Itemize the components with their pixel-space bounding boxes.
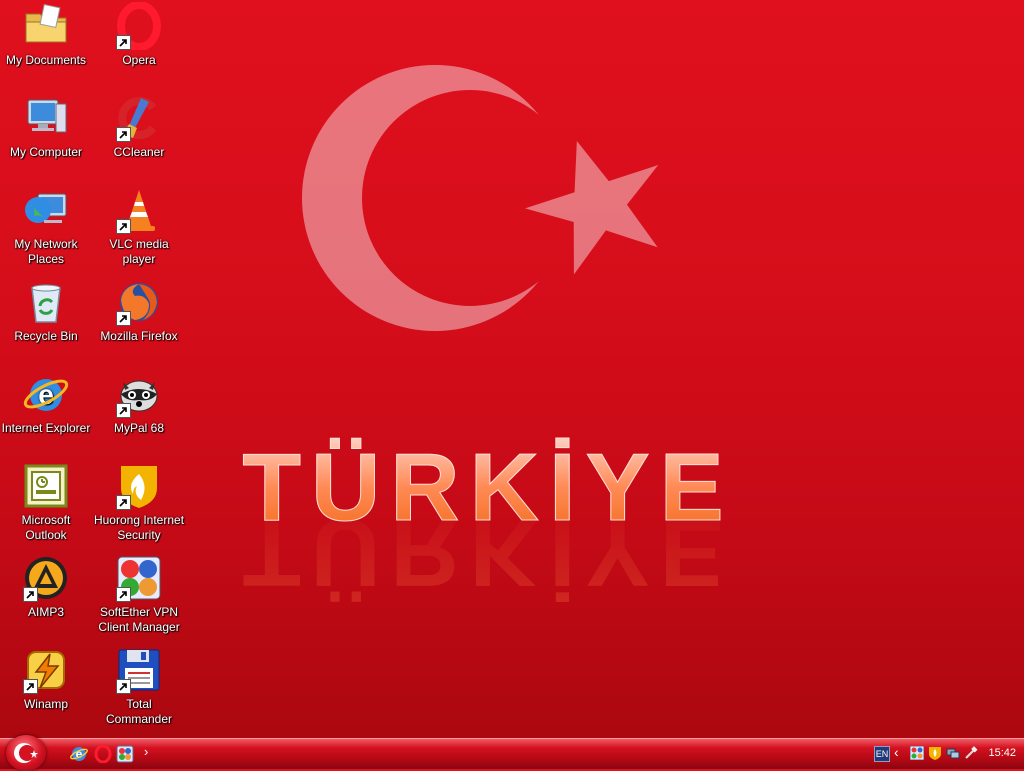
desktop-icon-label: My Computer xyxy=(9,145,83,159)
aimp-icon xyxy=(22,554,70,602)
desktop-icon-label: My Network Places xyxy=(14,237,78,266)
quicklaunch-opera-icon[interactable] xyxy=(94,744,112,764)
start-button[interactable] xyxy=(6,735,46,771)
softether-tray-icon[interactable] xyxy=(909,745,925,761)
quicklaunch-softether-icon[interactable] xyxy=(116,745,134,763)
desktop-icon-label: Recycle Bin xyxy=(14,329,78,343)
desktop-icon-label: Internet Explorer xyxy=(1,421,91,435)
desktop-icon-huorong[interactable]: Huorong Internet Security xyxy=(93,462,185,550)
network-icon xyxy=(22,186,70,234)
shortcut-arrow-icon xyxy=(116,403,131,418)
system-tray: EN ‹ 15:42 xyxy=(864,739,1024,769)
desktop-icon-label: Winamp xyxy=(23,697,68,711)
recycle-bin-icon xyxy=(22,278,70,326)
quicklaunch-ie-icon[interactable]: e xyxy=(70,745,88,763)
desktop-icon-my-documents[interactable]: My Documents xyxy=(0,2,92,90)
desktop-icon-label: VLC media player xyxy=(109,237,169,266)
folder-icon xyxy=(22,2,70,50)
tools-tray-icon[interactable] xyxy=(964,746,978,760)
desktop-icon-winamp[interactable]: Winamp xyxy=(0,646,92,734)
shortcut-arrow-icon xyxy=(116,495,131,510)
quicklaunch-more-chevron[interactable]: › xyxy=(144,744,148,759)
desktop-icon-softether[interactable]: SoftEther VPN Client Manager xyxy=(93,554,185,642)
desktop-icon-label: Total Commander xyxy=(105,697,173,726)
desktop-icon-label: CCleaner xyxy=(113,145,165,159)
desktop-icon-firefox[interactable]: Mozilla Firefox xyxy=(93,278,185,366)
softether-icon xyxy=(115,554,163,602)
computer-icon xyxy=(22,94,70,142)
firefox-icon xyxy=(115,278,163,326)
desktop-icon-recycle-bin[interactable]: Recycle Bin xyxy=(0,278,92,366)
desktop-icon-opera[interactable]: Opera xyxy=(93,2,185,90)
shortcut-arrow-icon xyxy=(23,587,38,602)
shortcut-arrow-icon xyxy=(116,311,131,326)
desktop-icon-microsoft-outlook[interactable]: Microsoft Outlook xyxy=(0,462,92,550)
taskbar: e › EN ‹ 15:42 xyxy=(0,735,1024,771)
shortcut-arrow-icon xyxy=(116,679,131,694)
desktop-icon-mypal[interactable]: MyPal 68 xyxy=(93,370,185,458)
desktop-icon-label: Opera xyxy=(122,53,156,67)
desktop-icon-label: Mozilla Firefox xyxy=(100,329,178,343)
shortcut-arrow-icon xyxy=(116,35,131,50)
tray-expand-chevron[interactable]: ‹ xyxy=(894,744,899,760)
desktop-icon-total-commander[interactable]: Total Commander xyxy=(93,646,185,734)
total-commander-icon xyxy=(115,646,163,694)
desktop-icon-label: SoftEther VPN Client Manager xyxy=(98,605,180,634)
desktop-icon-my-computer[interactable]: My Computer xyxy=(0,94,92,182)
opera-icon xyxy=(115,2,163,50)
desktop-icon-ccleaner[interactable]: CCleaner xyxy=(93,94,185,182)
ie-icon: e xyxy=(22,370,70,418)
desktop-icon-internet-explorer[interactable]: e Internet Explorer xyxy=(0,370,92,458)
desktop-icon-label: Huorong Internet Security xyxy=(93,513,185,542)
desktop-icon-vlc[interactable]: VLC media player xyxy=(93,186,185,274)
clock: 15:42 xyxy=(988,747,1016,759)
winamp-icon xyxy=(22,646,70,694)
desktop-icon-label: AIMP3 xyxy=(27,605,64,619)
language-indicator[interactable]: EN xyxy=(874,746,890,762)
desktop-icon-label: My Documents xyxy=(5,53,87,67)
mypal-icon xyxy=(115,370,163,418)
shortcut-arrow-icon xyxy=(116,219,131,234)
outlook-icon xyxy=(22,462,70,510)
huorong-icon xyxy=(115,462,163,510)
desktop-icon-label: Microsoft Outlook xyxy=(21,513,71,542)
network-tray-icon[interactable] xyxy=(946,746,960,760)
shortcut-arrow-icon xyxy=(23,679,38,694)
desktop-icon-label: MyPal 68 xyxy=(113,421,165,435)
shortcut-arrow-icon xyxy=(116,587,131,602)
wallpaper-title-reflection: TÜRKİYE xyxy=(242,499,733,606)
desktop-icon-aimp3[interactable]: AIMP3 xyxy=(0,554,92,642)
huorong-tray-icon[interactable] xyxy=(928,746,942,760)
ccleaner-icon xyxy=(115,94,163,142)
desktop-icon-my-network-places[interactable]: My Network Places xyxy=(0,186,92,274)
vlc-icon xyxy=(115,186,163,234)
shortcut-arrow-icon xyxy=(116,127,131,142)
